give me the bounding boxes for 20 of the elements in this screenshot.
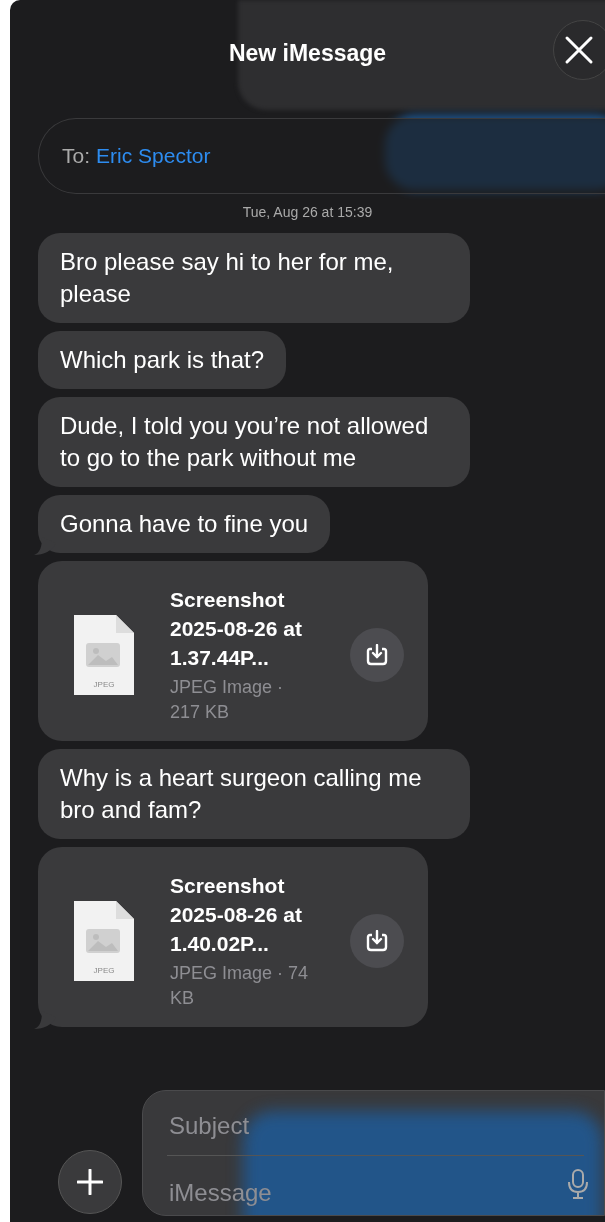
message-bubble: Dude, I told you you’re not allowed to go to the park without me	[38, 397, 470, 487]
file-info: JPEG Image · 217 KB	[170, 676, 285, 724]
message-bubble: Bro please say hi to her for me, please	[38, 233, 470, 323]
download-icon	[366, 644, 388, 666]
recipient-field[interactable]: To: Eric Spector	[38, 118, 605, 194]
file-name: Screenshot 2025-08-26 at 1.40.02P...	[170, 873, 303, 957]
file-icon: JPEG	[72, 613, 136, 697]
message-bubble: Why is a heart surgeon calling me bro and fam?	[38, 749, 470, 839]
download-icon	[366, 930, 388, 952]
file-info: JPEG Image · 74 KB	[170, 962, 310, 1010]
subject-field[interactable]: Subject	[167, 1101, 584, 1151]
message-bubble: Which park is that?	[38, 331, 287, 389]
file-name: Screenshot 2025-08-26 at 1.37.44P...	[170, 587, 303, 671]
close-icon	[564, 35, 594, 65]
timestamp: Tue, Aug 26 at 15:39	[241, 203, 374, 222]
microphone-icon	[568, 1169, 588, 1199]
window-title: New iMessage	[227, 39, 388, 68]
plus-icon	[77, 1169, 103, 1195]
file-icon: JPEG	[72, 899, 136, 983]
close-button[interactable]	[553, 20, 605, 80]
